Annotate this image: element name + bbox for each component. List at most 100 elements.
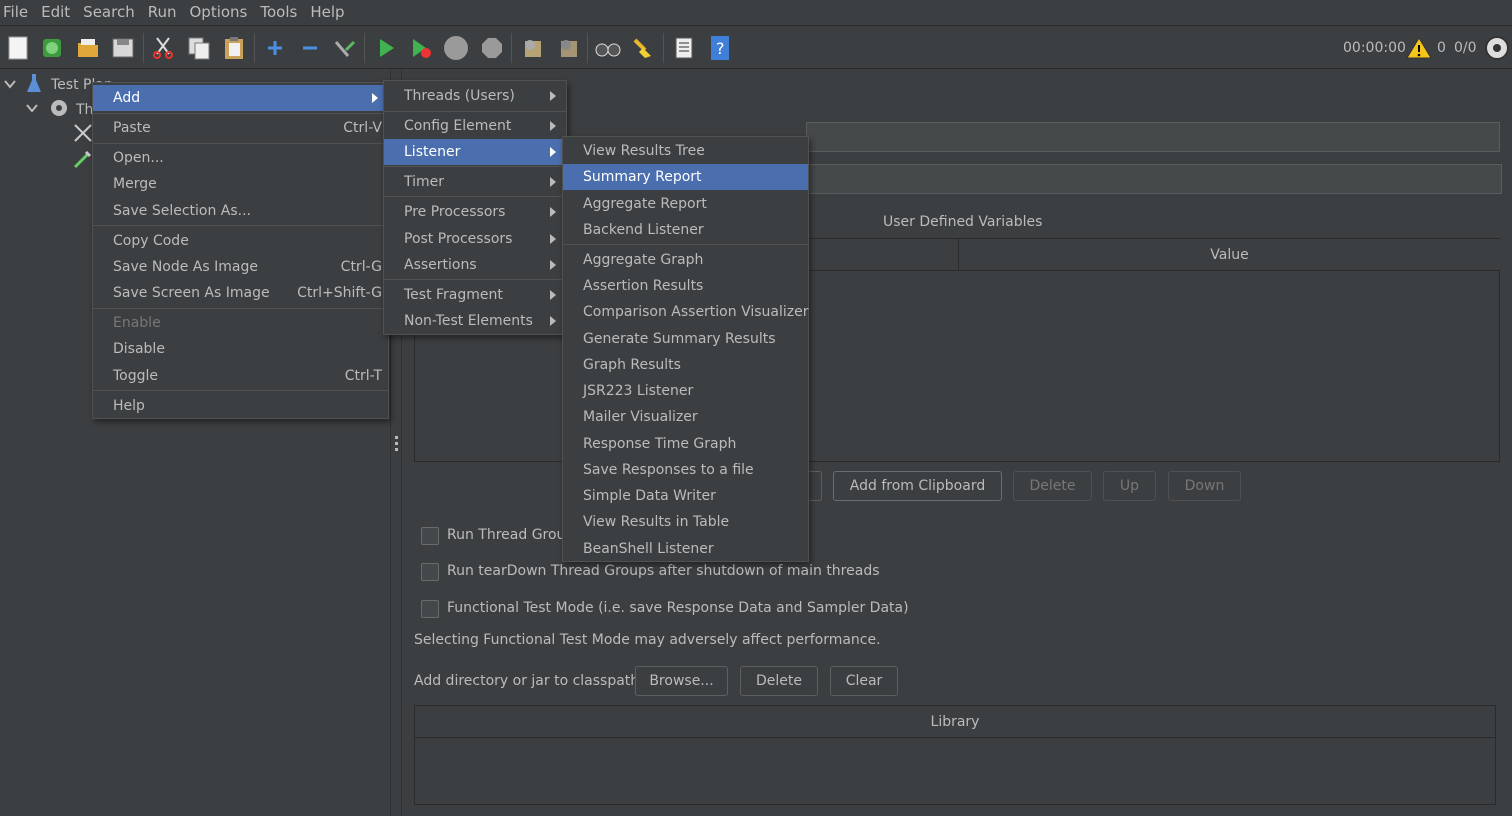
menu-item-jsr223-listener[interactable]: JSR223 Listener: [563, 378, 808, 404]
delete-button[interactable]: Delete: [1013, 471, 1092, 501]
copy-icon[interactable]: [185, 34, 213, 62]
new-icon[interactable]: [4, 34, 32, 62]
functional-mode-note: Selecting Functional Test Mode may adver…: [414, 632, 881, 648]
pipette-icon: [72, 148, 94, 172]
menu-item-summary-report[interactable]: Summary Report: [563, 164, 808, 190]
remote-stop-icon[interactable]: [554, 34, 582, 62]
tree-node-thread-group[interactable]: Th: [76, 98, 93, 122]
menu-file[interactable]: File: [0, 0, 34, 26]
menu-item-beanshell-listener[interactable]: BeanShell Listener: [563, 536, 808, 562]
menu-item-threads[interactable]: Threads (Users): [384, 83, 566, 109]
tree-collapse-toggle[interactable]: [26, 98, 38, 122]
menu-item-response-time-graph[interactable]: Response Time Graph: [563, 431, 808, 457]
expand-icon[interactable]: [261, 34, 289, 62]
active-threads: 0/0: [1454, 40, 1477, 56]
menu-item-aggregate-graph[interactable]: Aggregate Graph: [563, 247, 808, 273]
menu-help[interactable]: Help: [307, 0, 350, 26]
search-icon[interactable]: [594, 34, 622, 62]
chevron-right-icon: [550, 91, 556, 101]
menu-item-aggregate-report[interactable]: Aggregate Report: [563, 191, 808, 217]
column-header-value[interactable]: Value: [958, 239, 1500, 271]
menu-tools[interactable]: Tools: [257, 0, 303, 26]
templates-icon[interactable]: [38, 34, 66, 62]
menu-item-save-screen-image[interactable]: Save Screen As Image Ctrl+Shift-G: [93, 280, 388, 306]
down-button[interactable]: Down: [1168, 471, 1241, 501]
help-icon[interactable]: ?: [706, 34, 734, 62]
add-from-clipboard-button[interactable]: Add from Clipboard: [833, 471, 1002, 501]
menu-item-graph-results[interactable]: Graph Results: [563, 352, 808, 378]
name-field[interactable]: [806, 122, 1500, 152]
clear-all-icon[interactable]: [629, 34, 657, 62]
shutdown-icon[interactable]: [478, 34, 506, 62]
menu-item-copy-code[interactable]: Copy Code: [93, 228, 388, 254]
menu-item-post-processors[interactable]: Post Processors: [384, 226, 566, 252]
tree-collapse-toggle[interactable]: [4, 74, 16, 98]
menu-item-toggle[interactable]: Toggle Ctrl-T: [93, 363, 388, 389]
menu-edit[interactable]: Edit: [38, 0, 76, 26]
column-header-library[interactable]: Library: [415, 706, 1495, 738]
paste-icon[interactable]: [220, 34, 248, 62]
teardown-checkbox[interactable]: [421, 563, 439, 581]
menu-item-non-test-elements[interactable]: Non-Test Elements: [384, 308, 566, 334]
comments-field[interactable]: [806, 164, 1502, 194]
save-icon[interactable]: [109, 34, 137, 62]
listener-submenu: View Results Tree Summary Report Aggrega…: [562, 136, 809, 562]
warning-icon[interactable]: [1405, 34, 1433, 62]
menu-item-assertion-results[interactable]: Assertion Results: [563, 273, 808, 299]
remote-start-icon[interactable]: [518, 34, 546, 62]
start-icon[interactable]: [372, 34, 400, 62]
add-submenu: Threads (Users) Config Element Listener …: [383, 80, 567, 335]
menu-item-comparison-assertion-visualizer[interactable]: Comparison Assertion Visualizer: [563, 299, 808, 325]
menu-item-mailer-visualizer[interactable]: Mailer Visualizer: [563, 404, 808, 430]
stop-icon[interactable]: [442, 34, 470, 62]
chevron-right-icon: [372, 93, 378, 103]
collapse-icon[interactable]: [296, 34, 324, 62]
menu-item-help[interactable]: Help: [93, 393, 388, 419]
browse-button[interactable]: Browse...: [635, 666, 728, 696]
cut-icon[interactable]: [149, 34, 177, 62]
menu-item-merge[interactable]: Merge: [93, 171, 388, 197]
classpath-delete-button[interactable]: Delete: [740, 666, 818, 696]
menu-item-backend-listener[interactable]: Backend Listener: [563, 217, 808, 243]
menu-item-config-element[interactable]: Config Element: [384, 113, 566, 139]
menu-item-timer[interactable]: Timer: [384, 169, 566, 195]
menu-item-assertions[interactable]: Assertions: [384, 252, 566, 278]
menu-item-pre-processors[interactable]: Pre Processors: [384, 199, 566, 225]
chevron-right-icon: [550, 234, 556, 244]
function-helper-icon[interactable]: [670, 34, 698, 62]
menu-item-save-selection[interactable]: Save Selection As...: [93, 198, 388, 224]
menu-item-view-results-tree[interactable]: View Results Tree: [563, 138, 808, 164]
sampler-icon: [72, 122, 94, 146]
menu-item-open[interactable]: Open...: [93, 145, 388, 171]
toggle-icon[interactable]: [331, 34, 359, 62]
udv-title: User Defined Variables: [883, 214, 1043, 230]
menu-item-view-results-table[interactable]: View Results in Table: [563, 509, 808, 535]
menu-item-simple-data-writer[interactable]: Simple Data Writer: [563, 483, 808, 509]
run-thread-groups-label: Run Thread Group: [447, 527, 575, 543]
up-button[interactable]: Up: [1103, 471, 1156, 501]
flask-icon: [26, 72, 42, 96]
clear-button[interactable]: Clear: [830, 666, 898, 696]
menu-search[interactable]: Search: [80, 0, 141, 26]
menu-item-enable[interactable]: Enable: [93, 310, 388, 336]
menu-item-save-node-image[interactable]: Save Node As Image Ctrl-G: [93, 254, 388, 280]
menu-options[interactable]: Options: [186, 0, 253, 26]
menu-item-generate-summary-results[interactable]: Generate Summary Results: [563, 326, 808, 352]
menu-item-save-responses[interactable]: Save Responses to a file: [563, 457, 808, 483]
menu-item-listener[interactable]: Listener: [384, 139, 566, 165]
context-menu: Add Paste Ctrl-V Open... Merge Save Selec…: [92, 82, 389, 419]
menu-item-paste[interactable]: Paste Ctrl-V: [93, 115, 388, 141]
toolbar: ? 00:00:00 0 0/0: [0, 27, 1512, 69]
run-thread-groups-checkbox[interactable]: [421, 527, 439, 545]
menu-item-test-fragment[interactable]: Test Fragment: [384, 282, 566, 308]
menu-item-add[interactable]: Add: [93, 85, 388, 111]
menu-run[interactable]: Run: [145, 0, 183, 26]
chevron-right-icon: [550, 316, 556, 326]
library-table[interactable]: Library: [414, 705, 1496, 805]
functional-mode-checkbox[interactable]: [421, 600, 439, 618]
gear-icon[interactable]: [1483, 34, 1511, 62]
start-no-pauses-icon[interactable]: [407, 34, 435, 62]
open-icon[interactable]: [74, 34, 102, 62]
menu-item-disable[interactable]: Disable: [93, 336, 388, 362]
teardown-label: Run tearDown Thread Groups after shutdow…: [447, 563, 880, 579]
